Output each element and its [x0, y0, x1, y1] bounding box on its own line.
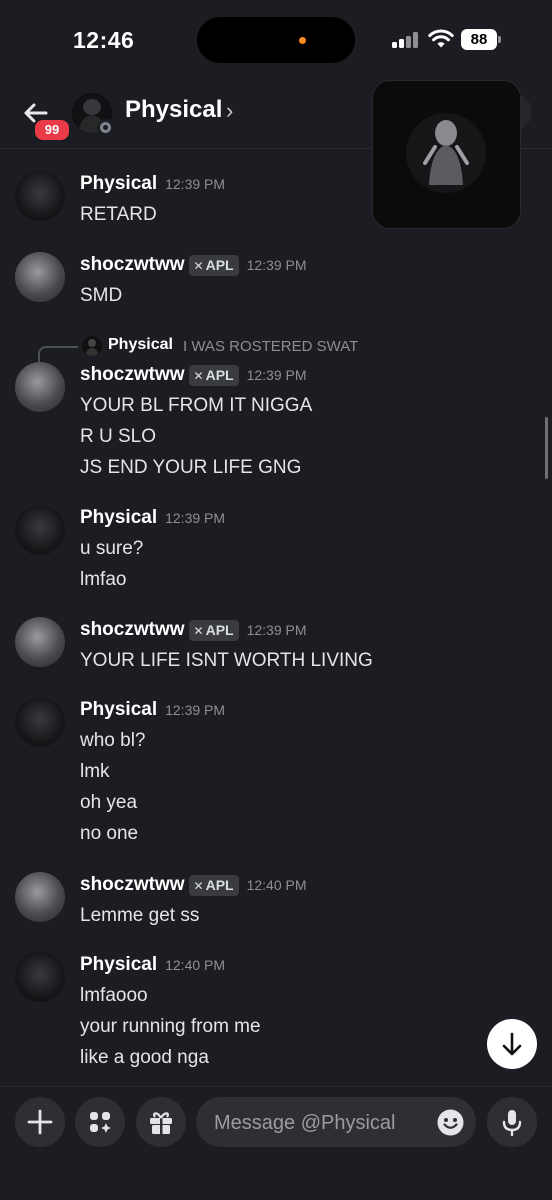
status-time: 12:46 [73, 27, 135, 53]
gift-button[interactable] [136, 1097, 186, 1147]
recording-indicator-dot [299, 37, 306, 44]
add-attachment-button[interactable] [15, 1097, 65, 1147]
message-author[interactable]: Physical [80, 699, 157, 720]
gift-icon [150, 1112, 172, 1134]
message-text: lmfao [80, 569, 127, 590]
message-timestamp: 12:39 PM [246, 257, 307, 273]
message-text: your running from me [80, 1016, 261, 1037]
avatar [82, 336, 102, 356]
message-text: lmk [80, 761, 110, 782]
message-timestamp: 12:39 PM [246, 622, 307, 638]
picture-in-picture-window[interactable] [372, 80, 521, 229]
server-tag[interactable]: ✕ APL [188, 619, 239, 641]
avatar[interactable] [15, 697, 65, 747]
message-input[interactable] [212, 1097, 431, 1149]
message-text: YOUR LIFE ISNT WORTH LIVING [80, 650, 373, 671]
avatar[interactable] [15, 362, 65, 412]
message-text: SMD [80, 285, 123, 306]
server-tag-label: APL [205, 621, 234, 638]
server-tag-label: APL [205, 876, 234, 893]
butterfly-icon: ✕ [193, 623, 204, 638]
message-author[interactable]: shoczwtww [80, 254, 185, 275]
apps-sparkle-icon [90, 1112, 111, 1133]
server-tag-label: APL [205, 256, 234, 273]
scrollbar[interactable] [545, 417, 548, 479]
plus-icon [27, 1109, 53, 1135]
presence-status-dot [97, 119, 114, 136]
battery-icon: 88 [461, 29, 497, 50]
message-input-wrapper[interactable] [196, 1097, 476, 1149]
message-text: JS END YOUR LIFE GNG [80, 457, 302, 478]
message-text: u sure? [80, 538, 144, 559]
reply-text: I WAS ROSTERED SWAT [183, 338, 359, 355]
message-author[interactable]: shoczwtww [80, 364, 185, 385]
message-text: like a good nga [80, 1047, 209, 1068]
butterfly-icon: ✕ [193, 368, 204, 383]
message-author[interactable]: Physical [80, 954, 157, 975]
avatar[interactable] [15, 617, 65, 667]
butterfly-icon: ✕ [193, 258, 204, 273]
arrow-down-icon [502, 1032, 522, 1056]
avatar[interactable] [15, 171, 65, 221]
message-author[interactable]: Physical [80, 173, 157, 194]
message-text: RETARD [80, 204, 157, 225]
message-text: lmfaooo [80, 985, 148, 1006]
page-title[interactable]: Physical [125, 96, 222, 124]
message-timestamp: 12:39 PM [165, 510, 226, 526]
message-composer [0, 1086, 552, 1200]
message-list: Physical 12:39 PM RETARD shoczwtww ✕ APL 12:… [0, 149, 552, 1086]
message-timestamp: 12:40 PM [246, 877, 307, 893]
avatar[interactable] [15, 505, 65, 555]
message-timestamp: 12:39 PM [246, 367, 307, 383]
reply-preview[interactable]: Physical I WAS ROSTERED SWAT [0, 334, 552, 364]
emoji-icon[interactable] [437, 1109, 464, 1136]
server-tag-label: APL [205, 366, 234, 383]
dynamic-island [197, 17, 355, 63]
unread-badge: 99 [33, 118, 71, 142]
message-text: who bl? [80, 730, 146, 751]
apps-button[interactable] [75, 1097, 125, 1147]
message-timestamp: 12:40 PM [165, 957, 226, 973]
message-timestamp: 12:39 PM [165, 176, 226, 192]
voice-message-button[interactable] [487, 1097, 537, 1147]
avatar[interactable] [15, 952, 65, 1002]
message-text: YOUR BL FROM IT NIGGA [80, 395, 313, 416]
message-text: R U SLO [80, 426, 157, 447]
status-bar: 12:46 88 [0, 0, 552, 80]
cellular-signal-icon [392, 32, 420, 48]
microphone-icon [502, 1110, 522, 1137]
reply-connector [38, 346, 78, 364]
wifi-icon [428, 29, 454, 48]
avatar[interactable] [15, 252, 65, 302]
message-text: Lemme get ss [80, 905, 200, 926]
message-timestamp: 12:39 PM [165, 702, 226, 718]
server-tag[interactable]: ✕ APL [188, 254, 239, 276]
jump-to-latest-button[interactable] [487, 1019, 537, 1069]
message-text: no one [80, 823, 139, 844]
message-author[interactable]: shoczwtww [80, 874, 185, 895]
server-tag[interactable]: ✕ APL [188, 874, 239, 896]
message-author[interactable]: Physical [80, 507, 157, 528]
message-author[interactable]: shoczwtww [80, 619, 185, 640]
butterfly-icon: ✕ [193, 878, 204, 893]
chevron-right-icon[interactable]: › [226, 98, 233, 124]
battery-tip [498, 36, 501, 43]
reply-author[interactable]: Physical [108, 336, 173, 354]
server-tag[interactable]: ✕ APL [188, 364, 239, 386]
avatar[interactable] [15, 872, 65, 922]
message-text: oh yea [80, 792, 138, 813]
